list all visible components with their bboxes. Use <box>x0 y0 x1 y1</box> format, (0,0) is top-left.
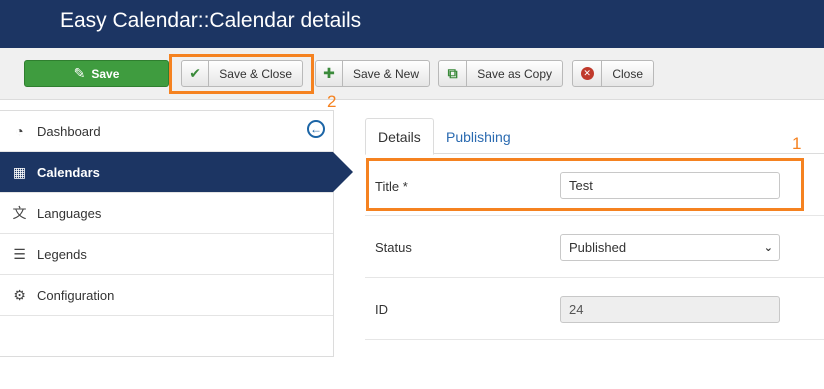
list-icon: ☰ <box>13 245 26 262</box>
languages-icon: 文 <box>12 205 27 221</box>
save-button[interactable]: ✎ Save <box>24 60 169 87</box>
chevron-down-icon: ⌄ <box>763 242 773 254</box>
sidebar-item-legends[interactable]: ☰ Legends <box>0 234 333 275</box>
toolbar: ✎ Save ✔ Save & Close ✚ Save & New ⧉ Sav… <box>0 48 824 100</box>
close-icon: ✕ <box>573 61 603 86</box>
id-value: 24 <box>569 302 584 317</box>
row-divider <box>365 339 824 340</box>
calendar-icon: ▦ <box>12 163 27 180</box>
gear-icon: ⚙ <box>13 286 26 303</box>
sidebar-item-label: Configuration <box>37 287 115 303</box>
save-button-label: Save <box>91 66 120 81</box>
tab-publishing[interactable]: Publishing <box>434 118 523 155</box>
tab-details[interactable]: Details <box>365 118 434 155</box>
save-as-copy-button[interactable]: ⧉ Save as Copy <box>438 60 563 87</box>
annotation-box-1 <box>366 158 804 211</box>
dashboard-icon: ◔ <box>15 123 24 139</box>
close-button[interactable]: ✕ Close <box>572 60 654 87</box>
save-new-label: Save & New <box>352 66 419 81</box>
sidebar-item-label: Dashboard <box>37 123 101 139</box>
status-label: Status <box>375 240 412 255</box>
annotation-box-2 <box>169 54 314 94</box>
edit-icon: ✎ <box>73 65 86 81</box>
id-label: ID <box>375 302 388 317</box>
status-select[interactable]: Published ⌄ <box>560 234 780 261</box>
sidebar-item-configuration[interactable]: ⚙ Configuration <box>0 275 333 316</box>
id-field: 24 <box>560 296 780 323</box>
tab-bar: Details Publishing <box>365 118 824 155</box>
annotation-marker-2: 2 <box>327 92 337 111</box>
close-label: Close <box>612 66 643 81</box>
sidebar-item-dashboard[interactable]: ◔ Dashboard <box>0 111 333 152</box>
sidebar-item-label: Calendars <box>37 164 100 180</box>
sidebar-item-label: Languages <box>37 205 102 221</box>
plus-icon: ✚ <box>316 61 343 86</box>
row-divider <box>365 215 824 216</box>
active-item-arrow <box>333 152 353 192</box>
copy-icon: ⧉ <box>439 61 468 86</box>
app-header: Easy Calendar::Calendar details <box>0 0 824 48</box>
sidebar: ◔ Dashboard ▦ Calendars 文 Languages ☰ Le… <box>0 110 334 357</box>
save-new-button[interactable]: ✚ Save & New <box>315 60 430 87</box>
status-value: Published <box>569 240 627 255</box>
row-divider <box>365 277 824 278</box>
collapse-sidebar-icon[interactable]: ← <box>307 120 325 138</box>
sidebar-item-languages[interactable]: 文 Languages <box>0 193 333 234</box>
page-title: Easy Calendar::Calendar details <box>60 9 362 32</box>
sidebar-item-calendars[interactable]: ▦ Calendars <box>0 152 333 193</box>
save-as-copy-label: Save as Copy <box>477 66 552 81</box>
sidebar-item-label: Legends <box>37 246 87 262</box>
annotation-marker-1: 1 <box>792 134 802 153</box>
